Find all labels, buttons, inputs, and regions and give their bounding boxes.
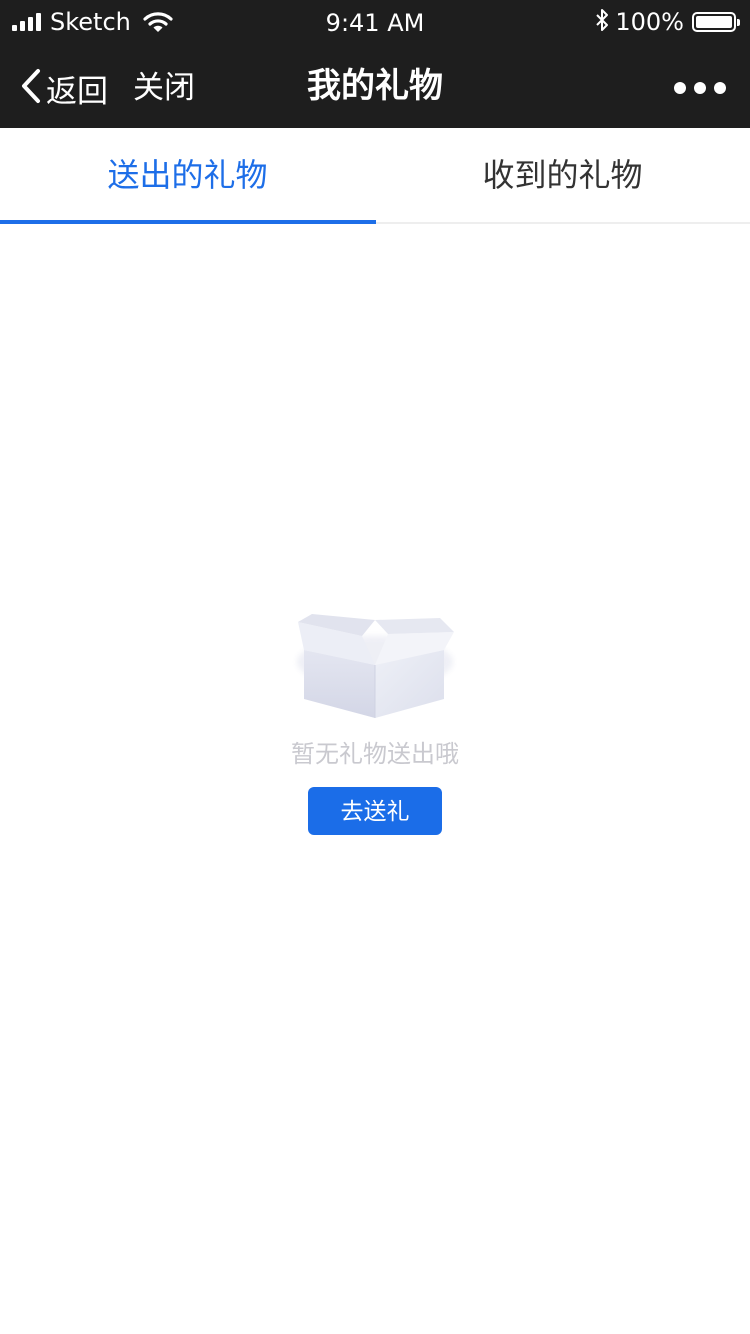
page-title: 我的礼物 <box>307 66 443 106</box>
navigation-bar: 返回 关闭 我的礼物 <box>0 44 750 128</box>
empty-box-icon <box>290 612 460 728</box>
tab-sent-gifts[interactable]: 送出的礼物 <box>0 128 375 222</box>
battery-icon <box>692 12 740 32</box>
more-dot <box>694 82 706 94</box>
tab-received-gifts[interactable]: 收到的礼物 <box>375 128 750 222</box>
battery-percentage: 100% <box>615 8 684 36</box>
battery-level-fill <box>696 16 732 28</box>
status-right: 100% <box>595 0 740 44</box>
active-tab-indicator <box>0 220 376 224</box>
go-send-gift-button[interactable]: 去送礼 <box>308 787 442 835</box>
more-dot <box>714 82 726 94</box>
ellipsis-icon[interactable] <box>674 44 726 132</box>
empty-state-message: 暂无礼物送出哦 <box>291 740 459 768</box>
tab-bar: 送出的礼物 收到的礼物 <box>0 128 750 224</box>
status-bar: Sketch 9:41 AM 100% <box>0 0 750 44</box>
bluetooth-icon <box>595 8 609 36</box>
more-dot <box>674 82 686 94</box>
battery-cap <box>737 19 740 26</box>
